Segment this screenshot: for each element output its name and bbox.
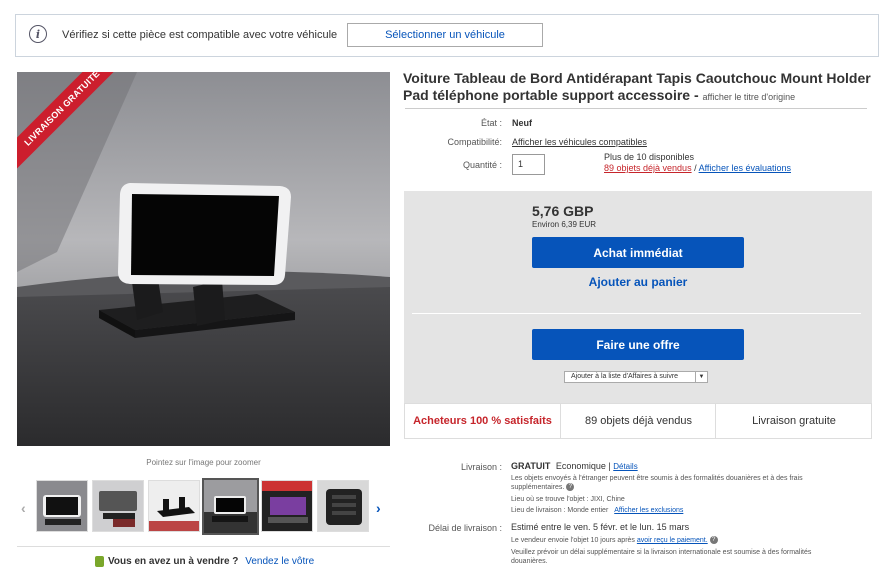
customs-note-text: Les objets envoyés à l'étranger peuvent … — [511, 475, 803, 491]
zoom-hint: Pointez sur l'image pour zoomer — [146, 458, 261, 467]
main-product-image[interactable]: LIVRAISON GRATUITE — [17, 72, 390, 446]
watchlist-label: Ajouter à la liste d'Affaires à suivre — [571, 373, 679, 380]
item-title: Voiture Tableau de Bord Antidérapant Tap… — [403, 70, 873, 106]
sell-question: Vous en avez un à vendre ? — [108, 556, 239, 568]
free-shipping-stat: Livraison gratuite — [715, 404, 872, 438]
quantity-label: Quantité : — [462, 160, 502, 170]
condition-label: État : — [480, 118, 502, 128]
exclusions-link[interactable]: Afficher les exclusions — [614, 507, 683, 514]
divider — [405, 108, 867, 109]
help-icon[interactable]: ? — [566, 483, 575, 492]
divider — [17, 546, 390, 547]
buy-now-button[interactable]: Achat immédiat — [532, 237, 744, 268]
delivery-time-label: Délai de livraison : — [428, 523, 502, 533]
select-vehicle-button[interactable]: Sélectionner un véhicule — [347, 23, 543, 47]
price-converted: Environ 6,39 EUR — [532, 220, 597, 229]
payment-received-link[interactable]: avoir reçu le paiement. — [637, 537, 708, 544]
slash-separator: / — [691, 163, 699, 173]
thumbnail[interactable] — [317, 480, 369, 532]
delivery-estimate: Estimé entre le ven. 5 févr. et le lun. … — [511, 522, 690, 532]
seller-stats: Acheteurs 100 % satisfaits 89 objets déj… — [404, 403, 872, 439]
shipping-method: Economique — [555, 461, 606, 471]
help-icon[interactable]: ? — [709, 536, 718, 545]
thumbnail[interactable] — [36, 480, 88, 532]
available-count: Plus de 10 disponibles — [604, 152, 695, 162]
delivery-area: Lieu de livraison : Monde entier Affiche… — [511, 506, 683, 515]
price: 5,76 GBP — [532, 203, 594, 219]
compatibility-label: Compatibilité: — [447, 137, 502, 147]
satisfaction-stat: Acheteurs 100 % satisfaits — [413, 415, 552, 427]
dispatch-text: Le vendeur envoie l'objet 10 jours après — [511, 537, 635, 544]
thumbnail-selected[interactable] — [202, 478, 259, 535]
sell-yours-link[interactable]: Vendez le vôtre — [245, 556, 314, 567]
price-tag-icon — [95, 556, 104, 567]
divider — [412, 313, 861, 314]
watchlist-dropdown[interactable]: Ajouter à la liste d'Affaires à suivre ▼ — [564, 371, 708, 383]
sold-count-link[interactable]: 89 objets déjà vendus — [604, 163, 692, 173]
delivery-area-text: Lieu de livraison : Monde entier — [511, 507, 609, 514]
dispatch-note: Le vendeur envoie l'objet 10 jours après… — [511, 536, 718, 545]
chevron-down-icon[interactable]: ▼ — [695, 372, 707, 382]
chevron-left-icon[interactable]: ‹ — [21, 500, 26, 516]
thumbnail[interactable] — [148, 480, 200, 532]
international-delay-note: Veuillez prévoir un délai supplémentaire… — [511, 549, 812, 565]
info-icon: i — [29, 25, 47, 43]
chevron-right-icon[interactable]: › — [376, 500, 381, 516]
item-title-text: Voiture Tableau de Bord Antidérapant Tap… — [403, 70, 871, 103]
sell-prompt: Vous en avez un à vendre ? Vendez le vôt… — [95, 556, 314, 567]
shipping-summary: GRATUIT Economique | Détails — [511, 461, 638, 471]
show-original-title-link[interactable]: afficher le titre d'origine — [703, 92, 796, 102]
condition-value: Neuf — [512, 118, 532, 128]
compatible-vehicles-link[interactable]: Afficher les véhicules compatibles — [512, 137, 647, 147]
compatibility-message: Vérifiez si cette pièce est compatible a… — [62, 29, 338, 41]
reviews-link[interactable]: Afficher les évaluations — [699, 163, 791, 173]
quantity-input[interactable]: 1 — [512, 154, 545, 175]
phone-holder-photo — [17, 72, 390, 446]
make-offer-button[interactable]: Faire une offre — [532, 329, 744, 360]
shipping-cost: GRATUIT — [511, 461, 551, 471]
customs-note: Les objets envoyés à l'étranger peuvent … — [511, 474, 831, 492]
availability: Plus de 10 disponibles 89 objets déjà ve… — [604, 152, 791, 173]
title-separator: - — [690, 87, 703, 103]
shipping-label: Livraison : — [460, 462, 502, 472]
item-location: Lieu où se trouve l'objet : JIXI, Chine — [511, 496, 625, 503]
thumbnail[interactable] — [92, 480, 144, 532]
compatibility-banner: i Vérifiez si cette pièce est compatible… — [15, 14, 879, 57]
shipping-details-link[interactable]: Détails — [613, 462, 637, 471]
thumbnail[interactable] — [261, 480, 313, 532]
thumbnail-strip: ‹ › — [17, 478, 390, 536]
add-to-cart-link[interactable]: Ajouter au panier — [532, 275, 744, 289]
sold-stat: 89 objets déjà vendus — [560, 404, 716, 438]
